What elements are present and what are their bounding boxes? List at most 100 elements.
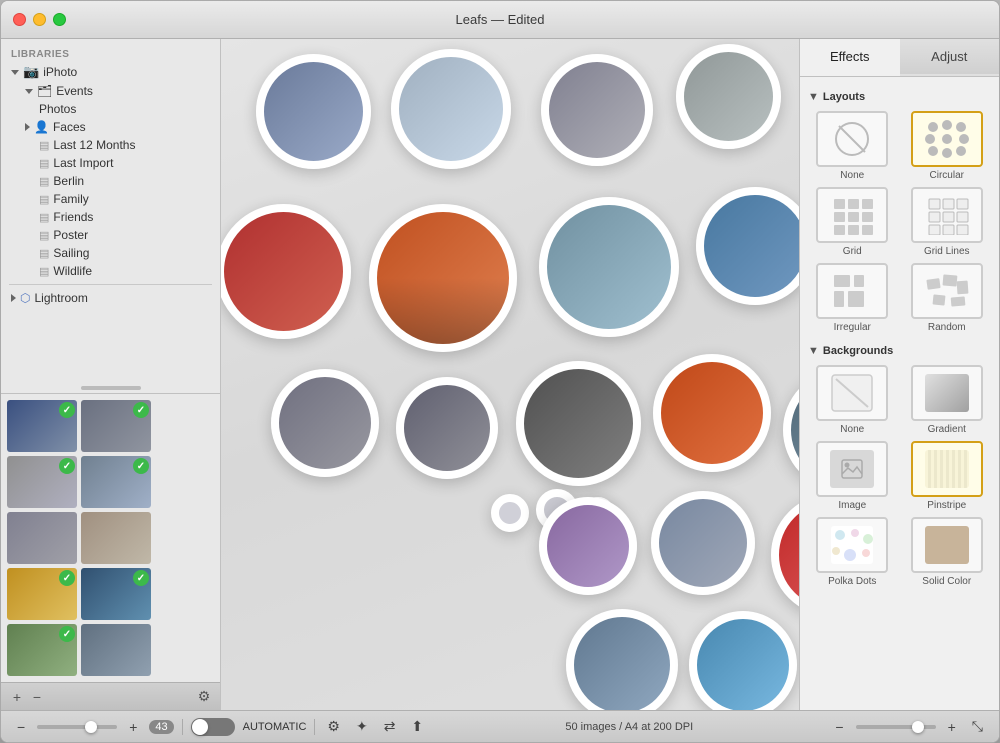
sidebar-item-friends[interactable]: ▤ Friends <box>1 208 220 226</box>
sidebar-item-faces[interactable]: 👤 Faces <box>1 118 220 136</box>
circle-photo-4 <box>676 44 781 149</box>
libraries-label: LIBRARIES <box>1 45 220 62</box>
thumb-item-4-2[interactable]: ✓ <box>81 568 151 620</box>
remove-button[interactable]: − <box>29 689 45 705</box>
expand-button[interactable]: ⤡ <box>968 716 987 737</box>
circle-photo-12 <box>516 361 641 486</box>
circle-photo-11 <box>396 377 498 479</box>
layouts-label: Layouts <box>823 91 865 103</box>
plus-zoom-button[interactable]: + <box>125 717 141 737</box>
sidebar-item-events[interactable]: 🗂 Events <box>1 82 220 100</box>
canvas-background <box>221 39 799 710</box>
zoom-knob[interactable] <box>85 721 97 733</box>
thumb-item-5-1[interactable]: ✓ <box>7 624 77 676</box>
sidebar-label-lightroom: Lightroom <box>34 291 87 305</box>
sidebar-label-poster: Poster <box>53 228 88 242</box>
sidebar-label-friends: Friends <box>53 210 93 224</box>
sidebar-item-lastimport[interactable]: ▤ Last Import <box>1 154 220 172</box>
circle-photo-6 <box>369 204 517 352</box>
check-badge: ✓ <box>133 458 149 474</box>
sidebar-divider <box>9 284 212 285</box>
bg-none[interactable]: None <box>808 365 897 435</box>
check-badge: ✓ <box>133 570 149 586</box>
sidebar-item-family[interactable]: ▤ Family <box>1 190 220 208</box>
sidebar-item-lightroom[interactable]: ⬡ Lightroom <box>1 289 220 307</box>
layout-irregular[interactable]: Irregular <box>808 263 897 333</box>
thumb-item-1-1[interactable]: ✓ <box>7 400 77 452</box>
tab-effects[interactable]: Effects <box>800 39 900 76</box>
layout-grid[interactable]: Grid <box>808 187 897 257</box>
close-button[interactable] <box>13 13 26 26</box>
minus-zoom-button[interactable]: − <box>13 717 29 737</box>
mode-toggle[interactable] <box>191 718 235 736</box>
main-content: LIBRARIES 📷 iPhoto 🗂 Events Photos <box>1 39 999 710</box>
sidebar-label-lastimport: Last Import <box>53 156 113 170</box>
sidebar-item-last12[interactable]: ▤ Last 12 Months <box>1 136 220 154</box>
thumb-item-3-2[interactable] <box>81 512 151 564</box>
check-badge: ✓ <box>59 402 75 418</box>
export-button[interactable]: ⬆ <box>407 716 427 737</box>
size-slider[interactable] <box>856 725 936 729</box>
sidebar: LIBRARIES 📷 iPhoto 🗂 Events Photos <box>1 39 221 710</box>
sidebar-libraries: LIBRARIES 📷 iPhoto 🗂 Events Photos <box>1 39 220 383</box>
layout-gridlines[interactable]: Grid Lines <box>903 187 992 257</box>
size-knob[interactable] <box>912 721 924 733</box>
check-badge: ✓ <box>59 626 75 642</box>
layout-none[interactable]: None <box>808 111 897 181</box>
thumb-item-3-1[interactable] <box>7 512 77 564</box>
thumb-item-1-2[interactable]: ✓ <box>81 400 151 452</box>
thumb-item-2-1[interactable]: ✓ <box>7 456 77 508</box>
layout-irregular-icon <box>816 263 888 319</box>
magic-wand-button[interactable]: ✦ <box>352 716 372 737</box>
shuffle-button[interactable]: ⇄ <box>380 716 400 737</box>
zoom-slider[interactable] <box>37 725 117 729</box>
add-button[interactable]: + <box>9 689 25 705</box>
layouts-header: ▼ Layouts <box>808 91 991 103</box>
polkadots-svg <box>830 525 874 565</box>
titlebar: Leafs — Edited <box>1 1 999 39</box>
fullscreen-button[interactable] <box>53 13 66 26</box>
layout-irregular-label: Irregular <box>834 322 871 333</box>
bg-solidcolor-label: Solid Color <box>922 576 971 587</box>
plus-size-button[interactable]: + <box>944 717 960 737</box>
layout-gridlines-label: Grid Lines <box>924 246 970 257</box>
thumb-item-5-2[interactable] <box>81 624 151 676</box>
thumb-item-2-2[interactable]: ✓ <box>81 456 151 508</box>
main-window: Leafs — Edited LIBRARIES 📷 iPhoto 🗂 Even… <box>0 0 1000 743</box>
sidebar-item-wildlife[interactable]: ▤ Wildlife <box>1 262 220 280</box>
layout-none-icon <box>816 111 888 167</box>
layout-random[interactable]: Random <box>903 263 992 333</box>
bg-gradient[interactable]: Gradient <box>903 365 992 435</box>
none-svg <box>830 119 874 159</box>
minimize-button[interactable] <box>33 13 46 26</box>
bg-solidcolor[interactable]: Solid Color <box>903 517 992 587</box>
thumb-item-4-1[interactable]: ✓ <box>7 568 77 620</box>
traffic-lights <box>13 13 66 26</box>
sidebar-item-photos[interactable]: Photos <box>1 100 220 118</box>
sidebar-item-iphoto[interactable]: 📷 iPhoto <box>1 62 220 82</box>
expand-icon <box>11 70 19 75</box>
bg-pinstripe-label: Pinstripe <box>927 500 966 511</box>
settings-icon[interactable]: ⚙ <box>196 689 212 705</box>
sidebar-item-berlin[interactable]: ▤ Berlin <box>1 172 220 190</box>
circle-photo-1 <box>256 54 371 169</box>
bg-polkadots[interactable]: Polka Dots <box>808 517 897 587</box>
sidebar-label-faces: Faces <box>53 120 86 134</box>
settings-tool-button[interactable]: ⚙ <box>323 716 344 737</box>
layout-random-label: Random <box>928 322 966 333</box>
thumb-row-5: ✓ <box>7 624 214 676</box>
minus-size-button[interactable]: − <box>831 717 847 737</box>
layout-gridlines-icon <box>911 187 983 243</box>
sidebar-label-iphoto: iPhoto <box>43 65 77 79</box>
sidebar-item-sailing[interactable]: ▤ Sailing <box>1 244 220 262</box>
bg-pinstripe[interactable]: Pinstripe <box>903 441 992 511</box>
sidebar-item-poster[interactable]: ▤ Poster <box>1 226 220 244</box>
bg-polkadots-label: Polka Dots <box>828 576 876 587</box>
tab-adjust[interactable]: Adjust <box>900 39 1000 76</box>
circle-photo-5 <box>221 204 351 339</box>
scroll-indicator-area <box>1 383 220 393</box>
image-icon-svg <box>840 458 864 480</box>
layout-circular[interactable]: Circular <box>903 111 992 181</box>
panel-content: ▼ Layouts None <box>800 77 999 710</box>
bg-image[interactable]: Image <box>808 441 897 511</box>
